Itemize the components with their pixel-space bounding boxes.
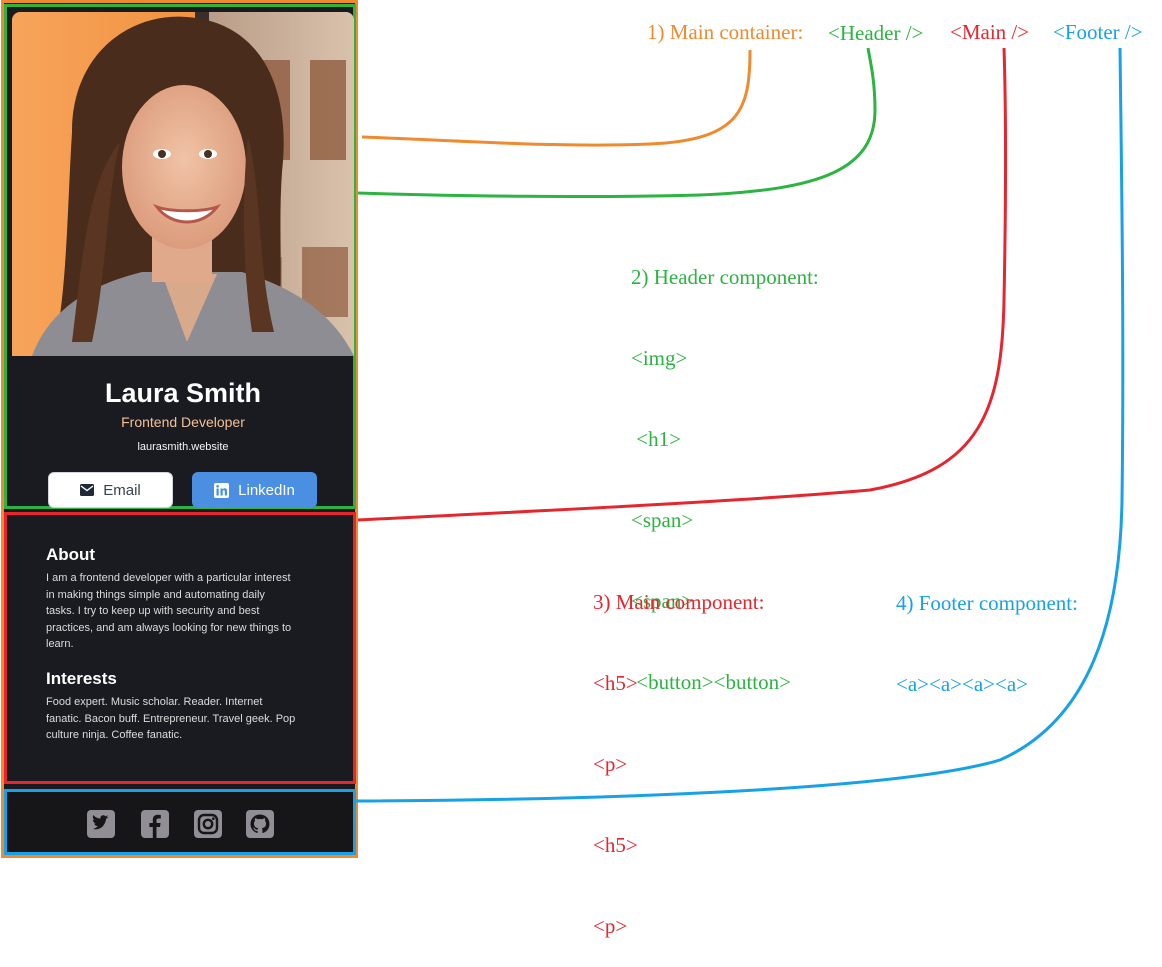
twitter-icon[interactable]: [87, 810, 115, 838]
header-component-line: <img>: [631, 346, 688, 370]
main-component-line: <p>: [593, 752, 628, 776]
interests-heading: Interests: [46, 669, 117, 688]
main-component-annotation: 3) Main component: <h5> <p> <h5> <p>: [593, 535, 764, 967]
github-icon[interactable]: [246, 810, 274, 838]
email-button-label: Email: [103, 481, 141, 499]
about-line: practices, and am always looking for new…: [46, 621, 292, 634]
main-component-title: 3) Main component:: [593, 590, 765, 614]
mail-icon: [80, 484, 95, 496]
about-line: in making things simple and automating d…: [46, 588, 265, 601]
profile-name: Laura Smith: [104, 378, 262, 408]
header-tag-label: <Header />: [828, 21, 924, 45]
interests-line: fanatic. Bacon buff. Entrepreneur. Trave…: [46, 712, 296, 725]
main-component-line: <h5>: [593, 833, 638, 857]
profile-title: Frontend Developer: [121, 414, 245, 430]
linkedin-icon: [214, 482, 230, 498]
interests-line: Food expert. Music scholar. Reader. Inte…: [46, 696, 263, 708]
main-component-outline: About I am a frontend developer with a p…: [4, 512, 356, 784]
main-component-line: <p>: [593, 914, 628, 938]
main-container-label: 1) Main container:: [647, 20, 804, 44]
footer-component-title: 4) Footer component:: [896, 591, 1078, 615]
footer-component-annotation: 4) Footer component: <a><a><a><a>: [896, 536, 1078, 725]
interests-line: culture ninja. Coffee fanatic.: [46, 729, 183, 741]
interests-text: Food expert. Music scholar. Reader. Inte…: [46, 694, 322, 744]
linkedin-button[interactable]: LinkedIn: [192, 472, 317, 508]
footer-tag-label: <Footer />: [1053, 20, 1143, 44]
main-tag-label: <Main />: [950, 20, 1030, 44]
facebook-icon[interactable]: [141, 810, 169, 838]
about-text: I am a frontend developer with a particu…: [46, 570, 322, 653]
header-connector: [357, 47, 877, 198]
footer-component-outline: [4, 789, 356, 855]
email-button[interactable]: Email: [48, 472, 173, 508]
linkedin-button-label: LinkedIn: [238, 481, 295, 499]
about-heading: About: [46, 545, 96, 564]
profile-photo: [12, 12, 354, 356]
instagram-icon[interactable]: [194, 810, 222, 838]
about-line: tasks. I try to keep up with security an…: [46, 605, 260, 617]
about-line: learn.: [46, 638, 74, 650]
about-line: I am a frontend developer with a particu…: [46, 572, 291, 584]
main-component-line: <h5>: [593, 671, 638, 695]
header-component-line: <span>: [631, 508, 694, 532]
header-component-outline: Laura Smith Frontend Developer laurasmit…: [4, 4, 356, 509]
main-container-connector: [361, 49, 752, 147]
header-component-title: 2) Header component:: [631, 265, 819, 289]
footer-component-line: <a><a><a><a>: [896, 672, 1029, 696]
header-component-line: <h1>: [631, 427, 681, 451]
profile-website[interactable]: laurasmith.website: [11, 441, 355, 453]
